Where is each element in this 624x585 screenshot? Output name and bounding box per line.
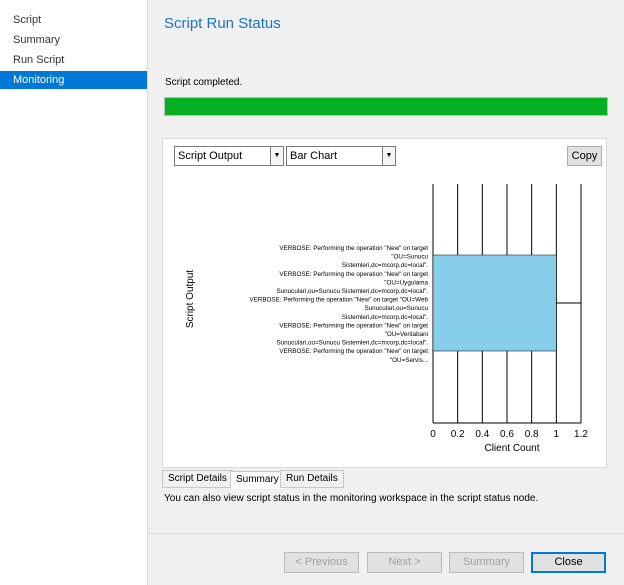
- x-tick-label: 1: [554, 429, 560, 440]
- y-tick-label: Sistemleri,dc=mcorp,dc=local".: [342, 314, 428, 321]
- y-tick-label: VERBOSE: Performing the operation "New" …: [279, 271, 428, 278]
- y-tick-label: "OU=Servis...: [390, 357, 428, 364]
- tab-summary[interactable]: Summary: [230, 471, 285, 489]
- y-tick-label: "OU=Uygulama: [384, 279, 428, 286]
- progress-fill: [165, 98, 607, 115]
- y-tick-label: Sunuculari,ou=Sunucu Sistemleri,dc=mcorp…: [276, 288, 428, 295]
- close-button[interactable]: Close: [531, 552, 606, 573]
- y-tick-label: VERBOSE: Performing the operation "New" …: [279, 322, 428, 329]
- x-tick-label: 0.8: [525, 429, 539, 440]
- bar-chart: 0 0.2 0.4 0.6 0.8 1 1.2 VERBOSE: Performing the…: [185, 184, 588, 454]
- sidebar-item-summary[interactable]: Summary: [0, 31, 147, 49]
- y-tick-label: "OU=Veritabani: [385, 331, 428, 338]
- y-tick-label: Sunuculari,ou=Sunucu: [364, 305, 428, 312]
- summary-button[interactable]: Summary: [449, 552, 524, 573]
- x-tick-label: 0.4: [475, 429, 489, 440]
- x-tick-label: 1.2: [574, 429, 588, 440]
- y-tick-label: "OU=Sunucu: [391, 254, 428, 261]
- bar: [432, 254, 557, 352]
- output-panel: Script Output ▼ Bar Chart ▼ Copy 0 0.2 0.4…: [162, 138, 607, 468]
- page-title: Script Run Status: [164, 15, 281, 32]
- y-tick-label: VERBOSE: Performing the operation "New" …: [279, 348, 428, 355]
- status-text: Script completed.: [165, 77, 243, 88]
- y-tick-label: VERBOSE: Performing the operation "New" …: [279, 245, 428, 252]
- x-tick-label: 0: [430, 429, 436, 440]
- tab-script-details[interactable]: Script Details: [162, 470, 233, 488]
- x-tick-label: 0.2: [451, 429, 465, 440]
- next-button[interactable]: Next >: [367, 552, 442, 573]
- main-content: Script Run Status Script completed. Scri…: [148, 0, 624, 585]
- hint-text: You can also view script status in the m…: [164, 493, 539, 504]
- sidebar-item-script[interactable]: Script: [0, 11, 147, 29]
- sidebar-item-monitoring[interactable]: Monitoring: [0, 71, 147, 89]
- y-axis-title: Script Output: [185, 270, 196, 329]
- tab-run-details[interactable]: Run Details: [280, 470, 344, 488]
- sidebar-item-run-script[interactable]: Run Script: [0, 51, 147, 69]
- y-tick-label: Sistemleri,dc=mcorp,dc=local".: [342, 262, 428, 269]
- wizard-sidebar: Script Summary Run Script Monitoring: [0, 0, 148, 585]
- y-tick-label: Sunuculari,ou=Sunucu Sistemleri,dc=mcorp…: [276, 340, 428, 347]
- x-axis-title: Client Count: [484, 443, 539, 454]
- progress-bar: [164, 97, 608, 116]
- footer-divider: [148, 533, 624, 534]
- x-tick-label: 0.6: [500, 429, 514, 440]
- y-tick-label: VERBOSE: Performing the operation "New" …: [249, 297, 428, 304]
- previous-button[interactable]: < Previous: [284, 552, 359, 573]
